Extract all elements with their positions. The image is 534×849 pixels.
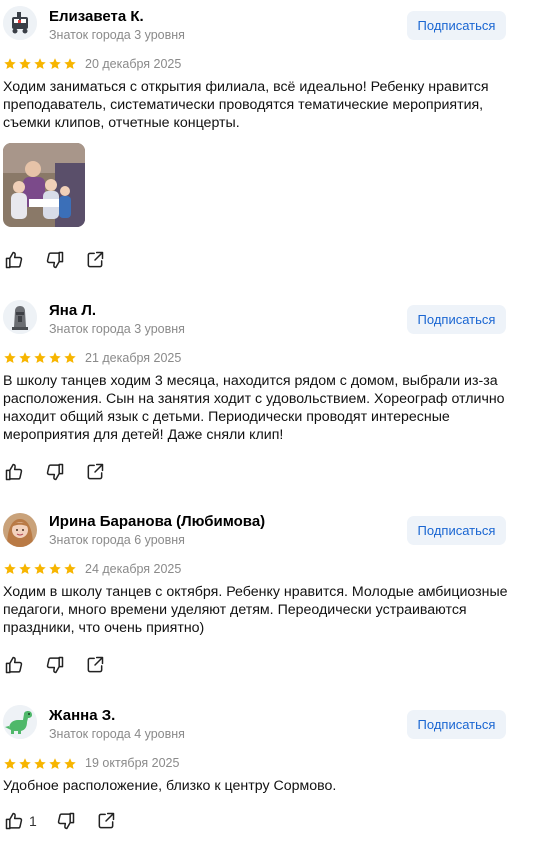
review-text: Ходим в школу танцев с октября. Ребенку …	[3, 584, 508, 636]
train-icon	[3, 6, 37, 40]
star-icon	[33, 351, 47, 365]
subscribe-button[interactable]: Подписаться	[407, 305, 506, 334]
share-icon[interactable]	[96, 811, 116, 831]
review-date: 21 декабря 2025	[85, 351, 182, 365]
star-icon	[63, 351, 77, 365]
star-icon	[3, 351, 17, 365]
review-date: 20 декабря 2025	[85, 57, 182, 71]
review-date: 19 октября 2025	[85, 756, 180, 770]
reviewer-level: Знаток города 3 уровня	[49, 28, 185, 42]
star-icon	[3, 57, 17, 71]
avatar[interactable]	[3, 513, 37, 547]
dinosaur-icon	[3, 705, 37, 739]
share-icon[interactable]	[85, 250, 105, 270]
dislike-icon[interactable]	[56, 811, 76, 831]
review-text: Ходим заниматься с открытия филиала, всё…	[3, 79, 489, 131]
reviewer-name[interactable]: Яна Л.	[49, 302, 96, 320]
subscribe-button[interactable]: Подписаться	[407, 710, 506, 739]
reviewer-level: Знаток города 4 уровня	[49, 727, 185, 741]
like-icon[interactable]	[4, 811, 24, 831]
share-icon[interactable]	[85, 655, 105, 675]
dislike-icon[interactable]	[45, 462, 65, 482]
star-icon	[33, 562, 47, 576]
rating-stars	[3, 57, 77, 71]
reviewer-name[interactable]: Ирина Баранова (Любимова)	[49, 513, 265, 531]
review-date: 24 декабря 2025	[85, 562, 182, 576]
star-icon	[63, 562, 77, 576]
rating-stars	[3, 562, 77, 576]
review-text: Удобное расположение, близко к центру Со…	[3, 778, 337, 794]
star-icon	[48, 562, 62, 576]
dislike-icon[interactable]	[45, 250, 65, 270]
star-icon	[63, 757, 77, 771]
photo-thumbnail	[3, 143, 85, 227]
star-icon	[48, 57, 62, 71]
star-icon	[18, 57, 32, 71]
review-text: В школу танцев ходим 3 месяца, находится…	[3, 373, 505, 443]
statue-icon	[3, 300, 37, 334]
reviewer-level: Знаток города 6 уровня	[49, 533, 185, 547]
subscribe-button[interactable]: Подписаться	[407, 516, 506, 545]
user-photo	[3, 513, 37, 547]
star-icon	[48, 351, 62, 365]
review-photo[interactable]	[3, 143, 85, 227]
avatar[interactable]	[3, 705, 37, 739]
share-icon[interactable]	[85, 462, 105, 482]
like-count: 1	[29, 813, 37, 829]
reviewer-name[interactable]: Жанна З.	[49, 707, 115, 725]
like-icon[interactable]	[4, 655, 24, 675]
star-icon	[18, 757, 32, 771]
like-icon[interactable]	[4, 462, 24, 482]
star-icon	[48, 757, 62, 771]
avatar[interactable]	[3, 300, 37, 334]
rating-stars	[3, 351, 77, 365]
dislike-icon[interactable]	[45, 655, 65, 675]
reviewer-name[interactable]: Елизавета К.	[49, 8, 144, 26]
star-icon	[33, 57, 47, 71]
avatar[interactable]	[3, 6, 37, 40]
star-icon	[18, 351, 32, 365]
star-icon	[3, 757, 17, 771]
reviewer-level: Знаток города 3 уровня	[49, 322, 185, 336]
like-icon[interactable]	[4, 250, 24, 270]
star-icon	[63, 57, 77, 71]
star-icon	[3, 562, 17, 576]
rating-stars	[3, 757, 77, 771]
star-icon	[33, 757, 47, 771]
star-icon	[18, 562, 32, 576]
subscribe-button[interactable]: Подписаться	[407, 11, 506, 40]
